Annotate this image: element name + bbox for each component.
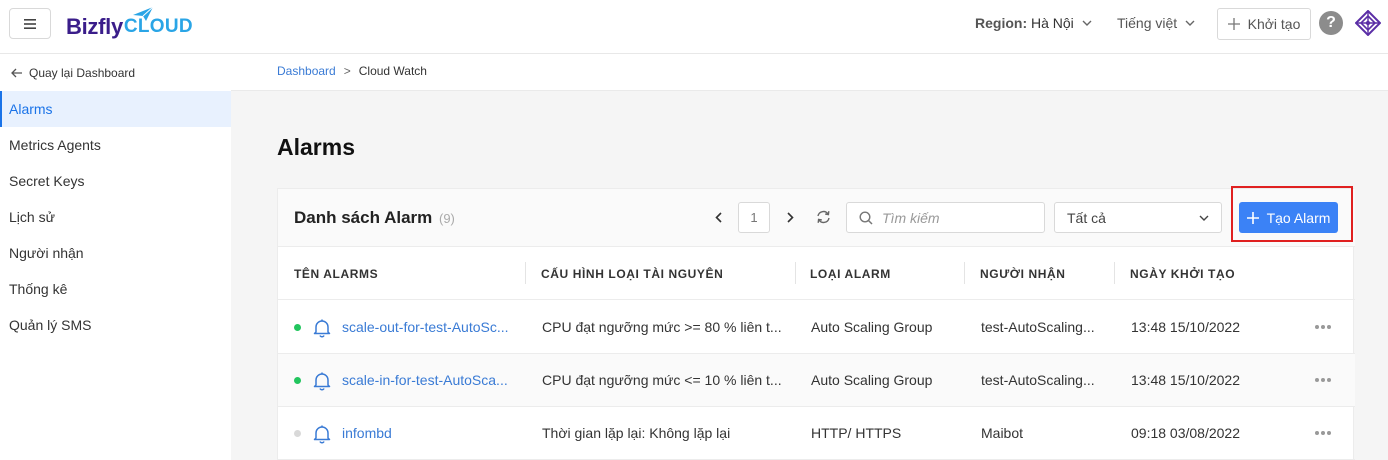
filter-value: Tất cả (1067, 209, 1106, 226)
alarm-created-date: 13:48 15/10/2022 (1131, 319, 1240, 335)
paper-plane-icon (133, 6, 154, 21)
sidebar: Quay lại Dashboard Alarms Metrics Agents… (0, 54, 231, 460)
table-row[interactable]: infombd Thời gian lặp lại: Không lặp lại… (278, 407, 1355, 460)
refresh-button[interactable] (813, 207, 833, 227)
breadcrumb-current: Cloud Watch (358, 64, 427, 78)
more-actions-button[interactable] (1312, 423, 1334, 443)
alarm-created-date: 09:18 03/08/2022 (1131, 425, 1240, 441)
column-divider (525, 262, 526, 284)
alarm-name-link[interactable]: infombd (342, 407, 517, 460)
chevron-down-icon (1199, 215, 1209, 221)
page-title: Alarms (277, 134, 355, 160)
alarm-receiver: Maibot (981, 425, 1024, 441)
arrow-left-icon (11, 68, 22, 78)
sidebar-item-metrics-agents[interactable]: Metrics Agents (0, 127, 231, 163)
more-icon (1315, 378, 1319, 382)
table-row[interactable]: scale-in-for-test-AutoSca... CPU đạt ngư… (278, 354, 1355, 407)
top-header: Bizfly CLOUD Region: Hà Nội Tiếng việt K… (0, 0, 1388, 54)
column-header-name: TÊN ALARMS (294, 267, 379, 281)
alarm-type: Auto Scaling Group (811, 319, 933, 335)
status-dot (294, 430, 301, 437)
plus-icon (1227, 18, 1240, 30)
bell-icon (313, 372, 331, 391)
region-selector[interactable]: Region: Hà Nội (975, 15, 1092, 31)
alarm-name-link[interactable]: scale-in-for-test-AutoSca... (342, 354, 517, 407)
column-header-receiver: NGƯỜI NHẬN (980, 267, 1066, 281)
status-dot (294, 377, 301, 384)
region-value: Hà Nội (1031, 15, 1074, 31)
chevron-left-icon (714, 211, 722, 223)
column-header-created: NGÀY KHỞI TẠO (1130, 267, 1236, 281)
chevron-right-icon (786, 211, 794, 223)
logo-text-bizfly: Bizfly (66, 14, 123, 39)
language-value: Tiếng việt (1117, 15, 1178, 31)
bell-icon (313, 319, 331, 338)
alarm-type: Auto Scaling Group (811, 372, 933, 388)
sidebar-item-receivers[interactable]: Người nhận (0, 235, 231, 271)
create-resource-button[interactable]: Khởi tạo (1217, 8, 1311, 40)
region-label: Region: (975, 15, 1028, 31)
alarm-config: Thời gian lặp lại: Không lặp lại (542, 425, 731, 441)
table-row[interactable]: scale-out-for-test-AutoSc... CPU đạt ngư… (278, 301, 1355, 354)
alarm-count: (9) (438, 211, 455, 226)
back-label: Quay lại Dashboard (29, 66, 136, 80)
table-header: TÊN ALARMS CẤU HÌNH LOẠI TÀI NGUYÊN LOẠI… (278, 248, 1355, 300)
bell-icon (313, 425, 331, 444)
alarm-receiver: test-AutoScaling... (981, 372, 1095, 388)
refresh-icon (816, 210, 830, 224)
more-actions-button[interactable] (1312, 317, 1334, 337)
more-icon (1315, 431, 1319, 435)
plus-icon (1246, 211, 1259, 224)
status-filter-select[interactable]: Tất cả (1054, 202, 1222, 233)
breadcrumb-separator: > (343, 64, 351, 78)
alarm-receiver: test-AutoScaling... (981, 319, 1095, 335)
more-icon (1315, 325, 1319, 329)
back-to-dashboard-link[interactable]: Quay lại Dashboard (11, 66, 135, 80)
help-icon[interactable]: ? (1319, 11, 1343, 35)
chevron-down-icon (1082, 20, 1092, 26)
language-selector[interactable]: Tiếng việt (1117, 15, 1195, 31)
alarm-type: HTTP/ HTTPS (811, 425, 902, 441)
bizfly-logo[interactable]: Bizfly CLOUD (66, 6, 193, 42)
prev-page-button[interactable] (709, 207, 727, 227)
next-page-button[interactable] (781, 207, 799, 227)
sidebar-item-secret-keys[interactable]: Secret Keys (0, 163, 231, 199)
breadcrumb-dashboard-link[interactable]: Dashboard (277, 64, 336, 78)
alarm-config: CPU đạt ngưỡng mức <= 10 % liên t... (542, 372, 782, 388)
search-box[interactable] (846, 202, 1045, 233)
card-title: Danh sách Alarm (9) (294, 208, 455, 228)
card-title-text: Danh sách Alarm (294, 208, 433, 227)
search-icon (859, 210, 873, 225)
sidebar-item-alarms[interactable]: Alarms (0, 91, 231, 127)
more-actions-button[interactable] (1312, 370, 1334, 390)
menu-button[interactable] (9, 8, 51, 39)
sidebar-item-history[interactable]: Lịch sử (0, 199, 231, 235)
alarm-config: CPU đạt ngưỡng mức >= 80 % liên t... (542, 319, 782, 335)
sidebar-item-statistics[interactable]: Thống kê (0, 271, 231, 307)
alarm-list-card: Danh sách Alarm (9) 1 Tìm kiếm Tất cả Tạ… (277, 186, 1355, 460)
alarm-name-link[interactable]: scale-out-for-test-AutoSc... (342, 301, 517, 354)
avatar-icon[interactable] (1355, 10, 1381, 36)
create-alarm-button[interactable]: Tạo Alarm (1239, 202, 1338, 233)
create-alarm-label: Tạo Alarm (1266, 209, 1331, 226)
column-header-config: CẤU HÌNH LOẠI TÀI NGUYÊN (541, 267, 724, 281)
sidebar-item-sms-management[interactable]: Quản lý SMS (0, 307, 231, 343)
main-content: Dashboard > Cloud Watch Alarms Danh sách… (231, 54, 1388, 460)
search-input[interactable] (882, 209, 1042, 226)
breadcrumb: Dashboard > Cloud Watch (277, 64, 427, 78)
chevron-down-icon (1185, 20, 1195, 26)
sidebar-nav: Alarms Metrics Agents Secret Keys Lịch s… (0, 91, 231, 343)
status-dot (294, 324, 301, 331)
breadcrumb-bar: Dashboard > Cloud Watch (231, 54, 1388, 91)
column-header-type: LOẠI ALARM (810, 267, 891, 281)
page-number[interactable]: 1 (738, 202, 770, 233)
card-header: Danh sách Alarm (9) 1 Tìm kiếm Tất cả Tạ… (278, 186, 1355, 247)
column-divider (1114, 262, 1115, 284)
column-divider (795, 262, 796, 284)
hamburger-icon (24, 18, 36, 29)
alarm-created-date: 13:48 15/10/2022 (1131, 372, 1240, 388)
create-resource-label: Khởi tạo (1247, 16, 1301, 32)
column-divider (964, 262, 965, 284)
